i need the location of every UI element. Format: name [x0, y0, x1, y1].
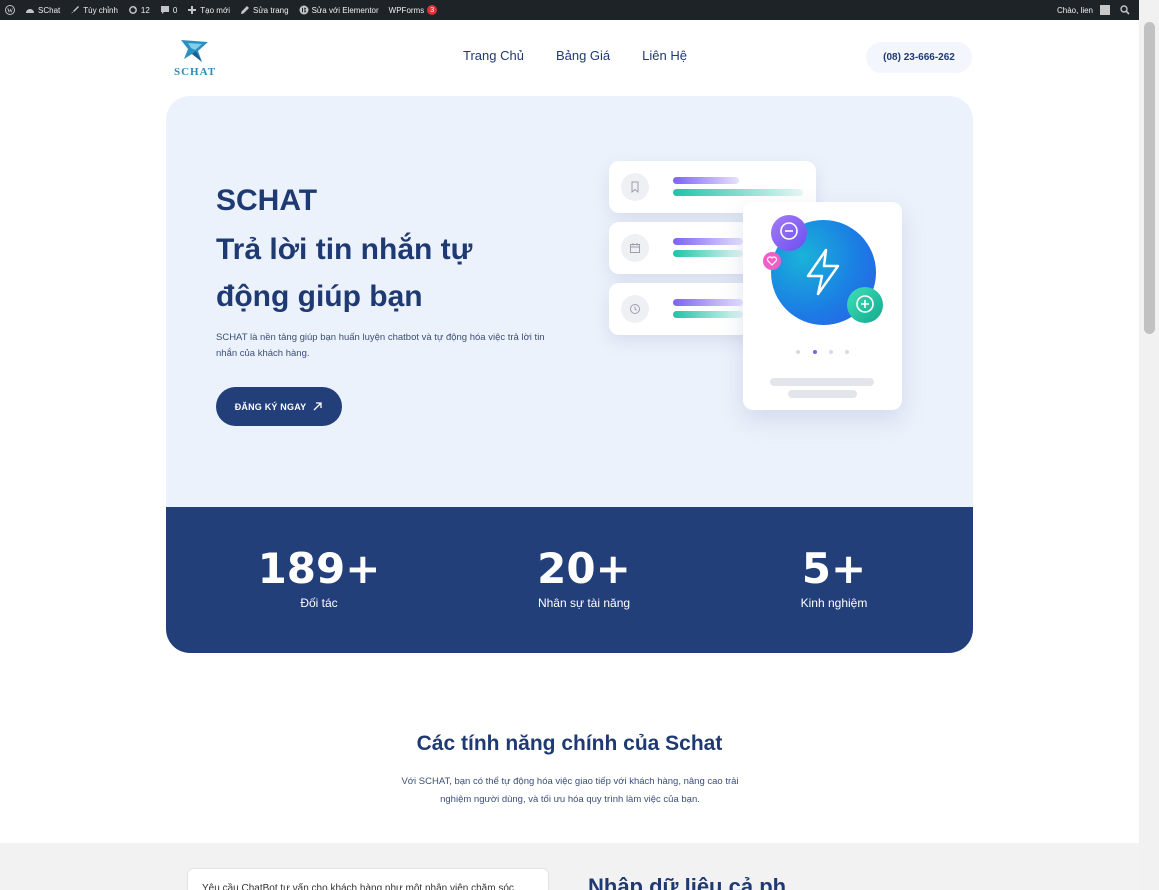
- wordpress-icon: W: [5, 5, 15, 15]
- wpforms-label: WPForms: [388, 5, 425, 15]
- site-logo[interactable]: SCHAT: [168, 37, 222, 79]
- edit-page-link[interactable]: Sửa trang: [235, 0, 294, 20]
- phone-button[interactable]: (08) 23-666-262: [866, 42, 972, 73]
- search-icon: [1120, 5, 1130, 15]
- stats-band: 189+ Đối tác 20+ Nhân sự tài năng 5+ Kin…: [166, 507, 973, 653]
- hero-title: Trả lời tin nhắn tự động giúp bạn: [216, 233, 473, 313]
- edit-elementor-link[interactable]: Sửa với Elementor: [294, 0, 384, 20]
- stat-number: 5+: [801, 544, 867, 593]
- admin-bar: W SChat Tùy chỉnh 12 0 Tạo mới Sửa trang…: [0, 0, 1159, 20]
- wordpress-logo-button[interactable]: W: [0, 0, 20, 20]
- carousel-dot-active: [813, 350, 817, 354]
- update-icon: [128, 5, 138, 15]
- stat-number: 20+: [537, 544, 631, 593]
- hero-description: SCHAT là nền tảng giúp bạn huấn luyện ch…: [216, 332, 545, 359]
- stat-number: 189+: [257, 544, 381, 593]
- minus-circle-icon: [771, 215, 807, 251]
- chat-prompt-box: Yêu cầu ChatBot tư vấn cho khách hàng nh…: [187, 868, 549, 890]
- wpforms-badge: 3: [427, 5, 438, 15]
- pencil-icon: [240, 5, 250, 15]
- carousel-dot: [829, 350, 833, 354]
- carousel-dot: [845, 350, 849, 354]
- page-scrollbar[interactable]: [1139, 0, 1159, 890]
- stat-label: Nhân sự tài năng: [537, 596, 631, 610]
- comments-link[interactable]: 0: [155, 0, 182, 20]
- svg-text:W: W: [7, 8, 13, 14]
- heart-icon: [763, 252, 781, 270]
- placeholder-bar: [770, 378, 874, 386]
- site-name-label: SChat: [38, 5, 61, 15]
- next-section-heading: Nhập dữ liệu cả ph: [588, 874, 787, 890]
- stat-talent: 20+ Nhân sự tài năng: [484, 544, 684, 611]
- edit-elementor-label: Sửa với Elementor: [311, 5, 379, 15]
- edit-page-label: Sửa trang: [252, 5, 289, 15]
- placeholder-bar: [788, 390, 857, 398]
- dashboard-icon: [25, 5, 35, 15]
- logo-text: SCHAT: [173, 66, 217, 78]
- bookmark-icon: [621, 173, 649, 201]
- bar-purple: [673, 238, 743, 245]
- site-name-link[interactable]: SChat: [20, 0, 65, 20]
- carousel-dot: [796, 350, 800, 354]
- avatar: [1100, 5, 1110, 15]
- next-section: [0, 843, 1139, 890]
- new-content-label: Tạo mới: [200, 5, 230, 15]
- comments-count: 0: [172, 5, 178, 15]
- plus-circle-icon: [847, 287, 883, 323]
- register-button[interactable]: ĐĂNG KÝ NGAY: [216, 387, 342, 426]
- brush-icon: [70, 5, 80, 15]
- hero-brand: SCHAT: [216, 184, 318, 217]
- greeting-label: Chào, lien: [1056, 5, 1093, 15]
- updates-link[interactable]: 12: [123, 0, 155, 20]
- main-nav: Trang Chủ Bảng Giá Liên Hệ: [463, 48, 687, 63]
- updates-count: 12: [140, 5, 150, 15]
- nav-item-contact[interactable]: Liên Hệ: [642, 48, 687, 63]
- bar-purple: [673, 177, 739, 184]
- features-description: Với SCHAT, bạn có thể tự động hóa việc g…: [401, 776, 739, 805]
- new-content-link[interactable]: Tạo mới: [182, 0, 235, 20]
- bar-teal: [673, 250, 743, 257]
- scrollbar-thumb[interactable]: [1144, 22, 1155, 334]
- elementor-icon: [299, 5, 309, 15]
- register-button-label: ĐĂNG KÝ NGAY: [234, 401, 307, 412]
- admin-search-button[interactable]: [1115, 0, 1135, 20]
- bar-teal: [673, 311, 743, 318]
- comment-icon: [160, 5, 170, 15]
- lightning-icon: [806, 248, 840, 296]
- customize-link[interactable]: Tùy chỉnh: [65, 0, 123, 20]
- logo-mark-icon: [181, 40, 208, 62]
- calendar-icon: [621, 234, 649, 262]
- stat-label: Đối tác: [300, 596, 338, 610]
- bar-purple: [673, 299, 743, 306]
- wpforms-link[interactable]: WPForms 3: [384, 0, 443, 20]
- stat-label: Kinh nghiệm: [800, 596, 868, 610]
- nav-item-pricing[interactable]: Bảng Giá: [556, 48, 610, 63]
- arrow-up-right-icon: [313, 402, 322, 411]
- account-menu[interactable]: Chào, lien: [1052, 0, 1115, 20]
- stat-experience: 5+ Kinh nghiệm: [734, 544, 934, 611]
- plus-icon: [187, 5, 197, 15]
- customize-label: Tùy chỉnh: [83, 5, 118, 15]
- bar-teal: [673, 189, 803, 196]
- features-title: Các tính năng chính của Schat: [416, 732, 723, 755]
- nav-item-home[interactable]: Trang Chủ: [463, 48, 524, 63]
- clock-icon: [621, 295, 649, 323]
- stat-partners: 189+ Đối tác: [219, 544, 419, 611]
